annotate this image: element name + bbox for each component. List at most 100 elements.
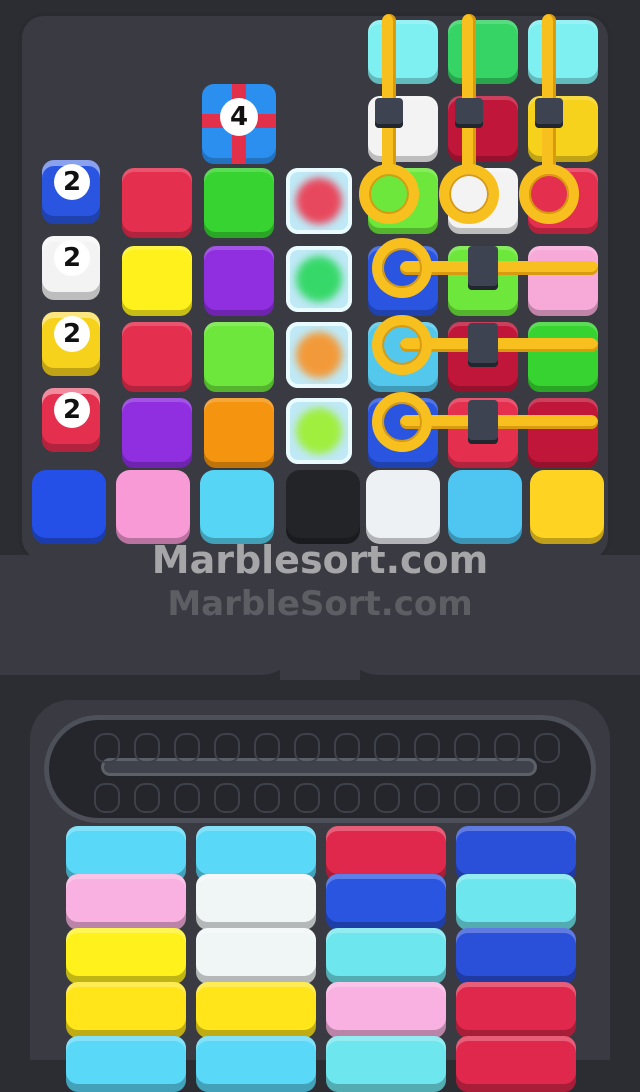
bin-segment — [196, 874, 316, 930]
pin-ring[interactable] — [372, 315, 432, 375]
conveyor-slot — [374, 733, 400, 763]
conveyor-slot — [334, 783, 360, 813]
bin-segment — [196, 982, 316, 1038]
conveyor-slot — [134, 783, 160, 813]
pop-bump — [145, 518, 162, 535]
pop-bump — [559, 499, 576, 516]
pin-clamp — [535, 98, 563, 128]
ice-block[interactable] — [286, 246, 352, 312]
ice-core — [296, 178, 342, 224]
cube-counter: 2 — [54, 240, 90, 276]
conveyor-slot — [494, 783, 520, 813]
pop-yellow[interactable] — [530, 470, 604, 544]
pop-blue[interactable] — [32, 470, 106, 544]
pin-clamp — [468, 400, 498, 444]
color-tile[interactable] — [122, 322, 192, 392]
pop-bump — [477, 479, 494, 496]
pop-bump — [559, 479, 576, 496]
conveyor-slot — [454, 733, 480, 763]
conveyor-slot — [534, 783, 560, 813]
bin-segment — [66, 982, 186, 1038]
color-tile[interactable] — [204, 246, 274, 316]
cube-counter: 2 — [54, 392, 90, 428]
top-tile[interactable] — [368, 20, 438, 84]
ice-block[interactable] — [286, 168, 352, 234]
pop-bump — [457, 518, 474, 535]
pop-bumps — [209, 479, 265, 535]
pin-rod[interactable] — [382, 14, 396, 174]
pop-bump — [125, 499, 142, 516]
color-tile[interactable] — [122, 246, 192, 316]
ice-block[interactable] — [286, 322, 352, 388]
ice-block[interactable] — [286, 398, 352, 464]
pop-bump — [395, 518, 412, 535]
pin-ring[interactable] — [439, 164, 499, 224]
pop-bump — [145, 479, 162, 496]
conveyor-slot — [414, 733, 440, 763]
queue-cube[interactable]: 2 — [42, 160, 100, 224]
bin-segment — [456, 928, 576, 984]
pop-bump — [61, 499, 78, 516]
ice-core — [296, 408, 342, 454]
pop-bump — [375, 479, 392, 496]
color-tile[interactable] — [122, 398, 192, 468]
pin-ring[interactable] — [372, 238, 432, 298]
color-tile[interactable] — [204, 168, 274, 238]
pop-bump — [164, 518, 181, 535]
pop-bump — [539, 479, 556, 496]
pop-bump — [229, 499, 246, 516]
queue-cube[interactable]: 2 — [42, 312, 100, 376]
pin-ring[interactable] — [372, 392, 432, 452]
cube-counter: 2 — [54, 316, 90, 352]
pin-ring[interactable] — [359, 164, 419, 224]
queue-cube[interactable]: 2 — [42, 388, 100, 452]
queue-cube[interactable]: 2 — [42, 236, 100, 300]
bin-segment — [326, 874, 446, 930]
watermark-secondary: MarbleSort.com — [167, 584, 473, 624]
conveyor-slot — [294, 783, 320, 813]
pin-ring[interactable] — [519, 164, 579, 224]
top-tile[interactable] — [448, 20, 518, 84]
pop-bumps — [125, 479, 181, 535]
pin-clamp — [455, 98, 483, 128]
pop-cyan-2[interactable] — [448, 470, 522, 544]
bin-segment — [66, 874, 186, 930]
pop-bump — [125, 479, 142, 496]
pop-bump — [457, 499, 474, 516]
pop-bump — [248, 518, 265, 535]
pin-rod[interactable] — [542, 14, 556, 174]
pop-bumps — [41, 479, 97, 535]
conveyor-slot — [454, 783, 480, 813]
pop-bump — [578, 479, 595, 496]
bin-segment — [196, 1036, 316, 1092]
pop-bump — [248, 479, 265, 496]
pop-white[interactable] — [366, 470, 440, 544]
color-tile[interactable] — [528, 322, 598, 392]
pin-rod[interactable] — [462, 14, 476, 174]
pop-bump — [61, 479, 78, 496]
pop-empty[interactable] — [286, 470, 360, 544]
color-tile[interactable] — [528, 246, 598, 316]
color-tile[interactable] — [204, 322, 274, 392]
bin-segment — [456, 874, 576, 930]
pop-bump — [559, 518, 576, 535]
pop-bump — [80, 499, 97, 516]
pop-bump — [41, 499, 58, 516]
bin-segment — [456, 982, 576, 1038]
pin-clamp — [375, 98, 403, 128]
pop-cyan[interactable] — [200, 470, 274, 544]
color-tile[interactable] — [528, 398, 598, 468]
bin-segment — [196, 928, 316, 984]
pop-bump — [41, 518, 58, 535]
gift-box[interactable]: 4 — [202, 84, 276, 164]
pop-pink[interactable] — [116, 470, 190, 544]
pop-bump — [496, 499, 513, 516]
top-tile[interactable] — [528, 20, 598, 84]
conveyor-slot — [254, 733, 280, 763]
color-tile[interactable] — [122, 168, 192, 238]
pop-bump — [395, 479, 412, 496]
cube-counter: 2 — [54, 164, 90, 200]
bin-segment — [66, 928, 186, 984]
color-tile[interactable] — [204, 398, 274, 468]
pop-bump — [80, 518, 97, 535]
